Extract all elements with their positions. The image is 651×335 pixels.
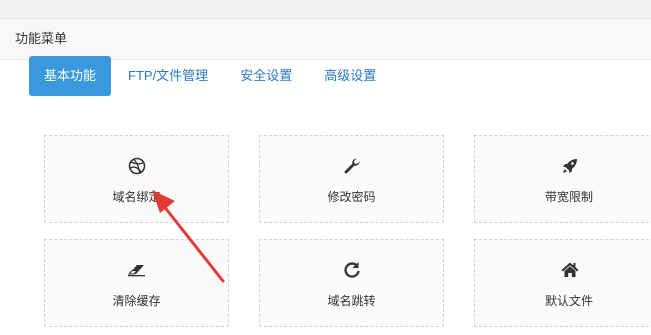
- card-label: 修改密码: [327, 190, 376, 204]
- home-icon: [560, 260, 580, 280]
- card-default-file[interactable]: 默认文件: [474, 239, 651, 327]
- card-domain-binding[interactable]: 域名绑定: [44, 135, 229, 223]
- tab-advanced-settings[interactable]: 高级设置: [309, 56, 391, 96]
- dribbble-icon: [127, 156, 147, 176]
- tab-ftp-file-management[interactable]: FTP/文件管理: [113, 56, 223, 96]
- card-change-password[interactable]: 修改密码: [259, 135, 444, 223]
- eraser-icon: [127, 260, 147, 280]
- card-label: 带宽限制: [544, 190, 593, 204]
- tab-security-settings[interactable]: 安全设置: [225, 56, 307, 96]
- card-label: 清除缓存: [112, 294, 161, 308]
- card-clear-cache[interactable]: 清除缓存: [44, 239, 229, 327]
- card-label: 域名绑定: [112, 190, 161, 204]
- refresh-icon: [342, 260, 362, 280]
- card-domain-redirect[interactable]: 域名跳转: [259, 239, 444, 327]
- function-tabs: 基本功能 FTP/文件管理 安全设置 高级设置: [29, 56, 393, 96]
- panel-title: 功能菜单: [0, 19, 651, 60]
- card-bandwidth-limit[interactable]: 带宽限制: [474, 135, 651, 223]
- tab-basic-functions[interactable]: 基本功能: [29, 56, 112, 96]
- wrench-icon: [342, 156, 362, 176]
- rocket-icon: [560, 156, 580, 176]
- card-label: 域名跳转: [327, 294, 376, 308]
- card-label: 默认文件: [544, 294, 593, 308]
